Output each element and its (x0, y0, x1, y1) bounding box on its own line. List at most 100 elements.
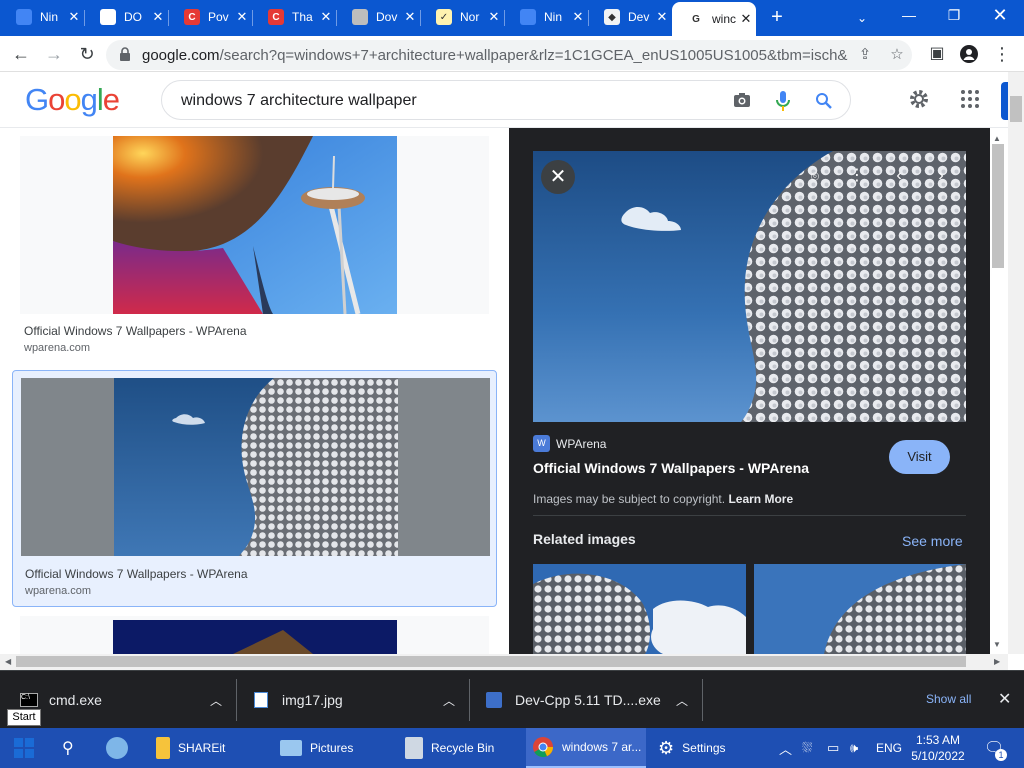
taskbar-search-icon[interactable]: ⚲ (62, 728, 84, 768)
page-scroll-thumb[interactable] (1010, 96, 1022, 122)
more-options-icon[interactable]: ⋮ (847, 166, 867, 186)
gear-icon[interactable] (908, 88, 930, 110)
close-tab-icon[interactable]: ✕ (568, 9, 588, 25)
download-menu-chevron-icon[interactable]: ︿ (210, 692, 230, 709)
close-tab-icon[interactable]: ✕ (64, 9, 84, 25)
next-image-icon[interactable]: › (931, 166, 951, 186)
reload-button[interactable]: ↻ (75, 42, 99, 66)
preview-title[interactable]: Official Windows 7 Wallpapers - WPArena (533, 460, 809, 476)
page-scrollbar[interactable] (1008, 72, 1024, 654)
scroll-up-icon[interactable]: ▲ (993, 134, 1001, 143)
taskbar-app-shareit[interactable]: SHAREit (156, 728, 266, 768)
search-input[interactable]: windows 7 architecture wallpaper (161, 80, 851, 120)
selfridges-thumbnail (114, 378, 398, 556)
sign-in-button[interactable] (1001, 82, 1008, 120)
source-name[interactable]: WPArena (556, 437, 606, 451)
address-bar[interactable]: google.com/search?q=windows+7+architectu… (106, 40, 912, 70)
browser-tab[interactable]: ✓ Nor ✕ (420, 0, 504, 34)
tab-search-icon[interactable]: ⌄ (850, 6, 874, 30)
side-panel-icon[interactable]: ▣ (925, 42, 949, 66)
close-tab-icon[interactable]: ✕ (400, 9, 420, 25)
panel-scrollbar[interactable]: ▲ ▼ (990, 128, 1008, 654)
new-tab-button[interactable]: + (765, 6, 789, 30)
image-preview-panel: ✕ ⌾ ⋮ ‹ › W WPArena Official Windows 7 W… (509, 128, 990, 654)
start-button[interactable] (14, 728, 38, 768)
close-tab-icon[interactable]: ✕ (484, 9, 504, 25)
close-preview-button[interactable]: ✕ (541, 160, 575, 194)
tray-overflow-icon[interactable]: ︿ (779, 728, 792, 768)
close-tab-icon[interactable]: ✕ (652, 9, 672, 25)
browser-tab[interactable]: Nin ✕ (0, 0, 84, 34)
download-item[interactable]: img17.jpg ︿ (254, 671, 463, 729)
scroll-down-icon[interactable]: ▼ (993, 640, 1001, 649)
panel-scroll-thumb[interactable] (992, 144, 1004, 268)
minimize-icon[interactable]: — (889, 4, 929, 28)
tab-favicon-icon: C (184, 9, 200, 25)
close-tab-icon[interactable]: ✕ (316, 9, 336, 25)
visit-button[interactable]: Visit (889, 440, 950, 474)
result-title[interactable]: Official Windows 7 Wallpapers - WPArena (25, 567, 248, 581)
close-tab-icon[interactable]: ✕ (232, 9, 252, 25)
chrome-menu-icon[interactable]: ⋮ (990, 42, 1014, 66)
taskbar-app-chrome[interactable]: windows 7 ar... (526, 728, 646, 768)
google-logo[interactable]: Google (25, 82, 120, 118)
result-source[interactable]: wparena.com (25, 585, 91, 597)
scroll-left-icon[interactable]: ◀ (5, 657, 11, 666)
download-menu-chevron-icon[interactable]: ︿ (443, 692, 463, 709)
taskbar-app-mickey[interactable] (106, 728, 136, 768)
close-window-icon[interactable]: ✕ (980, 4, 1020, 28)
network-icon[interactable]: ⛆ (802, 728, 812, 768)
language-indicator[interactable]: ENG (876, 728, 902, 768)
close-tab-icon[interactable]: ✕ (736, 11, 756, 27)
profile-icon[interactable] (957, 42, 981, 66)
browser-tab[interactable]: Nin ✕ (504, 0, 588, 34)
taskbar-app-pictures[interactable]: Pictures (280, 728, 390, 768)
forward-button[interactable]: → (42, 42, 66, 66)
result-title[interactable]: Official Windows 7 Wallpapers - WPArena (24, 324, 247, 338)
download-menu-chevron-icon[interactable]: ︿ (676, 692, 696, 709)
bookmark-star-icon[interactable]: ☆ (887, 45, 907, 65)
scroll-right-icon[interactable]: ▶ (994, 657, 1000, 666)
browser-tab[interactable]: C Pov ✕ (168, 0, 252, 34)
taskbar-app-recycle-bin[interactable]: Recycle Bin (405, 728, 520, 768)
tab-title: DO (124, 10, 142, 24)
close-downloads-icon[interactable]: ✕ (998, 689, 1011, 709)
learn-more-link[interactable]: Learn More (728, 492, 793, 506)
action-center-icon[interactable]: 🗨 (984, 728, 1006, 768)
related-image-1[interactable] (533, 564, 746, 654)
restore-icon[interactable]: ❐ (934, 4, 974, 28)
apps-grid-icon[interactable] (961, 90, 979, 108)
browser-tab[interactable]: Dov ✕ (336, 0, 420, 34)
search-query: windows 7 architecture wallpaper (181, 92, 417, 109)
share-icon[interactable]: ⇪ (855, 45, 875, 65)
download-item[interactable]: Dev-Cpp 5.11 TD....exe ︿ (486, 671, 696, 729)
download-filename: cmd.exe (49, 692, 102, 708)
previous-image-icon[interactable]: ‹ (889, 166, 909, 186)
search-icon[interactable] (815, 92, 833, 110)
result-source[interactable]: wparena.com (24, 342, 90, 354)
image-result[interactable] (12, 616, 497, 654)
horizontal-scrollbar[interactable]: ◀ ▶ (0, 654, 1008, 670)
microphone-icon[interactable] (776, 90, 790, 112)
camera-icon[interactable] (733, 92, 751, 108)
browser-tab[interactable]: DO ✕ (84, 0, 168, 34)
see-more-link[interactable]: See more (902, 533, 963, 549)
image-result[interactable]: Official Windows 7 Wallpapers - WPArena … (12, 136, 497, 362)
volume-icon[interactable]: 🕪 (850, 728, 858, 768)
image-result-selected[interactable]: Official Windows 7 Wallpapers - WPArena … (12, 370, 497, 607)
horizontal-scroll-thumb[interactable] (16, 656, 966, 667)
preview-image[interactable] (533, 151, 966, 422)
back-button[interactable]: ← (9, 42, 33, 66)
monitor-icon[interactable]: ▭ (827, 728, 839, 768)
browser-tab[interactable]: Gwinc ✕ (672, 2, 756, 36)
show-all-button[interactable]: Show all (926, 692, 971, 706)
close-tab-icon[interactable]: ✕ (148, 9, 168, 25)
browser-tab[interactable]: C Tha ✕ (252, 0, 336, 34)
taskbar-app-settings[interactable]: ⚙ Settings (658, 728, 748, 768)
start-tooltip: Start (7, 709, 41, 726)
lens-icon[interactable]: ⌾ (805, 166, 825, 186)
clock[interactable]: 1:53 AM 5/10/2022 (908, 728, 968, 768)
download-item[interactable]: C:\ cmd.exe ︿ (20, 671, 230, 729)
related-image-2[interactable] (754, 564, 966, 654)
browser-tab[interactable]: ◆ Dev ✕ (588, 0, 672, 34)
